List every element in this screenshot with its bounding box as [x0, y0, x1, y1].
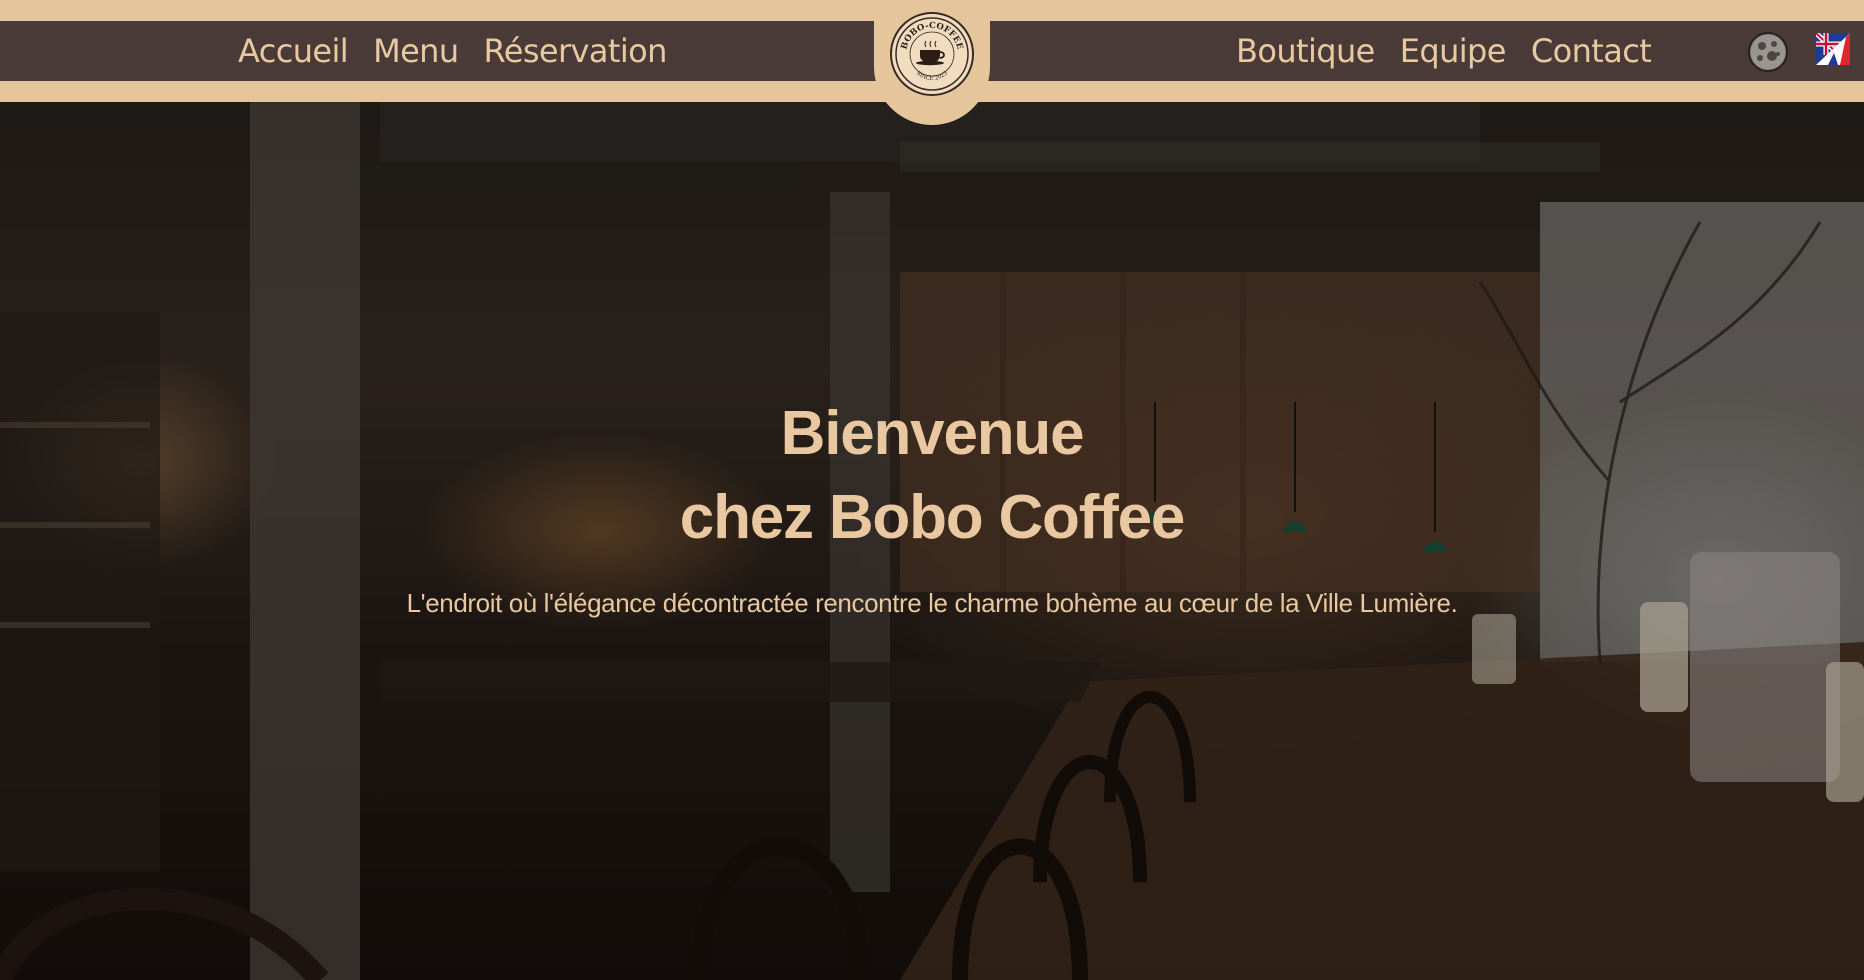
- theme-toggle-button[interactable]: [1748, 32, 1788, 72]
- hero-title-line2: chez Bobo Coffee: [679, 483, 1186, 552]
- nav-contact-link[interactable]: Contact: [1531, 32, 1652, 70]
- logo-tab: BOBO-COFFEE SINCE 2023: [874, 0, 990, 125]
- svg-text:SINCE 2023: SINCE 2023: [915, 70, 949, 82]
- nav-equipe-link[interactable]: Equipe: [1400, 32, 1507, 70]
- nav-left: Accueil Menu Réservation: [238, 21, 667, 81]
- page: Accueil Menu Réservation Boutique Equipe…: [0, 0, 1864, 980]
- uk-france-flag-icon: [1814, 31, 1850, 65]
- logo-since-text: SINCE 2023: [915, 70, 949, 82]
- moon-icon: [1751, 35, 1785, 69]
- nav-accueil-link[interactable]: Accueil: [238, 32, 349, 70]
- nav-reservation-link[interactable]: Réservation: [484, 32, 668, 70]
- hero-title: Bienvenue chez Bobo Coffee: [0, 392, 1864, 560]
- nav-boutique-link[interactable]: Boutique: [1236, 32, 1375, 70]
- language-switcher[interactable]: [1814, 31, 1850, 65]
- logo[interactable]: BOBO-COFFEE SINCE 2023: [890, 12, 974, 96]
- hero-title-line1: Bienvenue: [780, 399, 1085, 468]
- hero-section: Bienvenue chez Bobo Coffee L'endroit où …: [0, 102, 1864, 980]
- nav-menu-link[interactable]: Menu: [373, 32, 459, 70]
- hero-subtitle: L'endroit où l'élégance décontractée ren…: [406, 588, 1458, 618]
- coffee-cup-logo-icon: BOBO-COFFEE SINCE 2023: [895, 17, 969, 91]
- nav-right: Boutique Equipe Contact: [1236, 21, 1652, 81]
